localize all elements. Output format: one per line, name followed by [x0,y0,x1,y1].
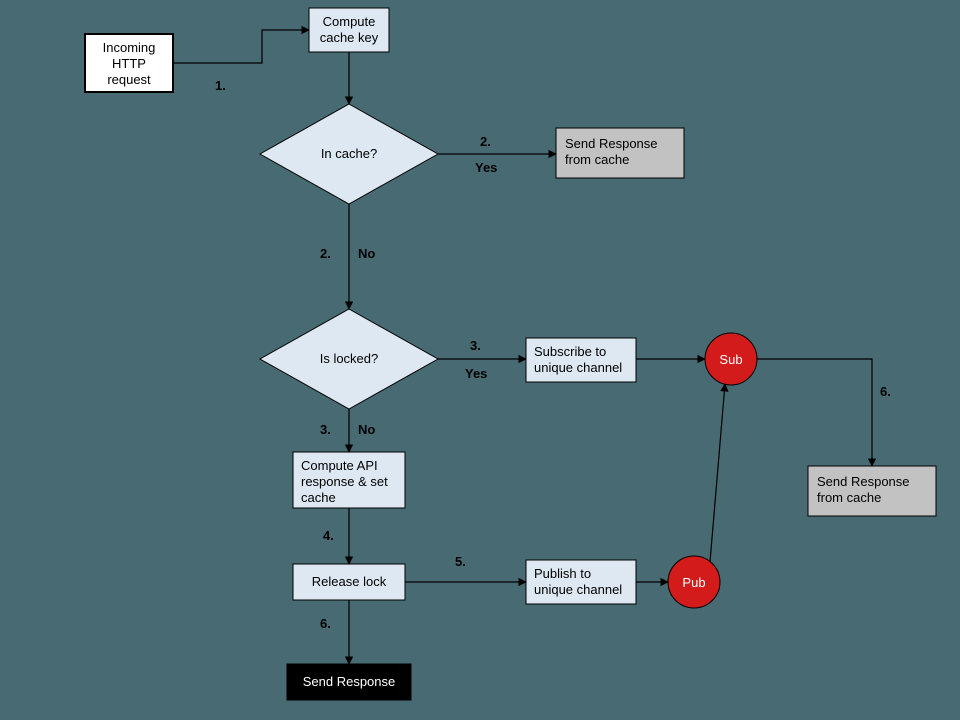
label-3a: 3. [470,338,481,353]
sub-l1: Subscribe to [534,344,606,359]
node-in-cache: In cache? [260,104,438,204]
ans-2a: Yes [475,160,497,175]
node-pub-circle: Pub [668,556,720,608]
svg-text:Compute API: Compute API [301,458,378,473]
node-compute-cache-key: Compute cache key [309,8,389,52]
svg-text:Send Response: Send Response [565,136,658,151]
node-release-lock: Release lock [293,564,405,600]
svg-text:unique channel: unique channel [534,582,622,597]
node-compute-api: Compute API response & set cache [293,452,405,508]
label-6a: 6. [320,616,331,631]
pub-l2: unique channel [534,582,622,597]
svg-text:cache: cache [301,490,336,505]
svg-text:from cache: from cache [565,152,629,167]
in-cache-label: In cache? [321,146,377,161]
is-locked-label: Is locked? [320,351,379,366]
sub-l2: unique channel [534,360,622,375]
edge-start-to-compute [173,30,309,63]
label-6b: 6. [880,384,891,399]
svg-text:Compute: Compute [323,14,376,29]
ans-3a: Yes [465,366,487,381]
svg-text:response & set: response & set [301,474,388,489]
node-incoming-http-request: Incoming HTTP request [85,34,173,92]
sub-label: Sub [719,352,742,367]
node-is-locked: Is locked? [260,309,438,409]
ck-l1: Compute [323,14,376,29]
api-l2: response & set [301,474,388,489]
label-2a: 2. [480,134,491,149]
edge-pub-to-sub [710,384,725,562]
node-send-response: Send Response [287,664,411,700]
ans-2b: No [358,246,375,261]
svg-text:request: request [107,72,151,87]
src2-l2: from cache [817,490,881,505]
src2-l1: Send Response [817,474,910,489]
svg-text:cache key: cache key [320,30,379,45]
label-5: 5. [455,554,466,569]
ans-3b: No [358,422,375,437]
release-label: Release lock [312,574,387,589]
node-send-response-from-cache-2: Send Response from cache [808,466,936,516]
edge-sub-to-resp2 [757,359,872,466]
ck-l2: cache key [320,30,379,45]
svg-text:unique channel: unique channel [534,360,622,375]
label-1: 1. [215,78,226,93]
node-sub-circle: Sub [705,333,757,385]
node-send-response-from-cache-1: Send Response from cache [556,128,684,178]
api-l3: cache [301,490,336,505]
start-l2: HTTP [112,56,146,71]
svg-text:Send Response: Send Response [817,474,910,489]
node-subscribe: Subscribe to unique channel [526,338,636,382]
svg-text:Publish to: Publish to [534,566,591,581]
pub-l1: Publish to [534,566,591,581]
label-4: 4. [323,528,334,543]
src1-l1: Send Response [565,136,658,151]
api-l1: Compute API [301,458,378,473]
start-l3: request [107,72,151,87]
svg-text:Subscribe to: Subscribe to [534,344,606,359]
start-l1: Incoming [103,40,156,55]
src1-l2: from cache [565,152,629,167]
node-publish: Publish to unique channel [526,560,636,604]
pub-label: Pub [682,575,705,590]
svg-text:Incoming: Incoming [103,40,156,55]
svg-text:HTTP: HTTP [112,56,146,71]
label-3b: 3. [320,422,331,437]
svg-text:from cache: from cache [817,490,881,505]
send-resp-label: Send Response [303,674,396,689]
label-2b: 2. [320,246,331,261]
